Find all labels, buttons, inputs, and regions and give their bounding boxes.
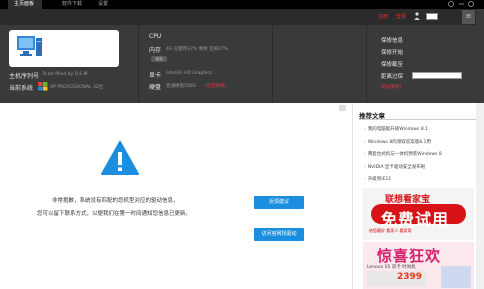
- sidebar-divider: [359, 119, 477, 120]
- disk-link[interactable]: (您还剩余): [205, 83, 227, 89]
- top-tab-bar: 主页面板 软件下载 设置: [0, 0, 484, 9]
- warranty-end-label: 保修截至: [381, 62, 404, 68]
- no-driver-message-line1: 非常抱歉，系统没有匹配的您机型对应的驱动信息，: [52, 198, 179, 204]
- no-driver-message-line2: 您可以留下联系方式，以便我们在第一时间通知您信息已更新。: [37, 211, 192, 217]
- tab-home[interactable]: 主页面板: [8, 0, 42, 9]
- gpu-value: Intel(R) HD Graphics: [166, 71, 213, 76]
- ad-headline: 惊喜狂欢: [377, 247, 442, 265]
- side-menu-button[interactable]: ≡: [462, 10, 475, 24]
- window-controls-icon[interactable]: [446, 0, 476, 8]
- register-link[interactable]: 注册: [378, 13, 388, 20]
- ad-image: [441, 266, 471, 288]
- column-divider: [138, 25, 139, 103]
- model-label: 主机序列号: [9, 73, 40, 80]
- warranty-remaining-label: 距离过保: [381, 74, 404, 80]
- user-icon[interactable]: [414, 12, 420, 20]
- warranty-info-label: 保修信息: [381, 38, 404, 44]
- scroll-up-arrow[interactable]: [339, 105, 346, 111]
- warning-icon: [101, 141, 139, 175]
- os-value: XP PROFESSIONAL 32位: [50, 85, 104, 90]
- warranty-start-label: 保修开始: [381, 50, 404, 56]
- account-strip: 注册 登录: [0, 9, 476, 25]
- memory-label: 内存: [149, 47, 162, 54]
- gpu-label: 显卡: [149, 72, 162, 79]
- article-link[interactable]: Windows 8的领取答案版8.1用: [364, 139, 476, 145]
- disk-value: 普通硬盘500G: [166, 84, 197, 89]
- model-value: To be filled by O.E.M.: [42, 72, 89, 77]
- ad-caption: Lenovo S5 双卡 时尚机: [367, 265, 416, 270]
- memory-value: 4G 已使用37% 剩余 空闲27%: [166, 47, 229, 52]
- cpu-label: CPU: [149, 33, 162, 40]
- os-label: 当前系统: [9, 85, 34, 92]
- warranty-progress-bar: [412, 72, 462, 79]
- extend-warranty-link[interactable]: 延长保修?: [381, 84, 401, 90]
- column-divider: [272, 25, 273, 103]
- driver-result-panel: 非常抱歉，系统没有匹配的您机型对应的驱动信息， 您可以留下联系方式，以便我们在第…: [0, 103, 336, 289]
- ad-caption: 给您最好 看家人 看家用: [369, 228, 412, 233]
- article-link[interactable]: 我的电脑能升级Windows 8.1: [364, 126, 476, 132]
- disk-label: 硬盘: [149, 84, 162, 91]
- memory-check-button[interactable]: 检测: [151, 56, 167, 62]
- ad-price: 2399: [397, 272, 423, 282]
- ad-headline: 免费试用: [381, 210, 450, 229]
- visit-site-button[interactable]: 访问官网找驱动: [254, 228, 304, 241]
- tab-settings[interactable]: 设置: [98, 0, 108, 9]
- computer-icon: [17, 36, 42, 56]
- feedback-button[interactable]: 反馈建议: [254, 196, 304, 209]
- column-divider: [366, 25, 367, 103]
- windows-logo-icon: [38, 82, 48, 91]
- article-link[interactable]: 升级到IE11: [364, 176, 476, 182]
- mail-icon[interactable]: [426, 13, 438, 20]
- vertical-scrollbar[interactable]: [476, 103, 484, 289]
- advertisement-banner[interactable]: 联想看家宝 免费试用 给您最好 看家人 看家用: [363, 188, 474, 240]
- computer-image: [9, 30, 119, 67]
- article-link[interactable]: 两套台式机与一体机预装Windows 8: [364, 151, 476, 157]
- login-link[interactable]: 登录: [396, 13, 406, 20]
- tab-downloads[interactable]: 软件下载: [62, 0, 82, 9]
- advertisement-banner[interactable]: 惊喜狂欢 Lenovo S5 双卡 时尚机 2399: [363, 242, 474, 289]
- article-link[interactable]: NVIDIA 显卡驱动安全发布啦: [364, 164, 476, 170]
